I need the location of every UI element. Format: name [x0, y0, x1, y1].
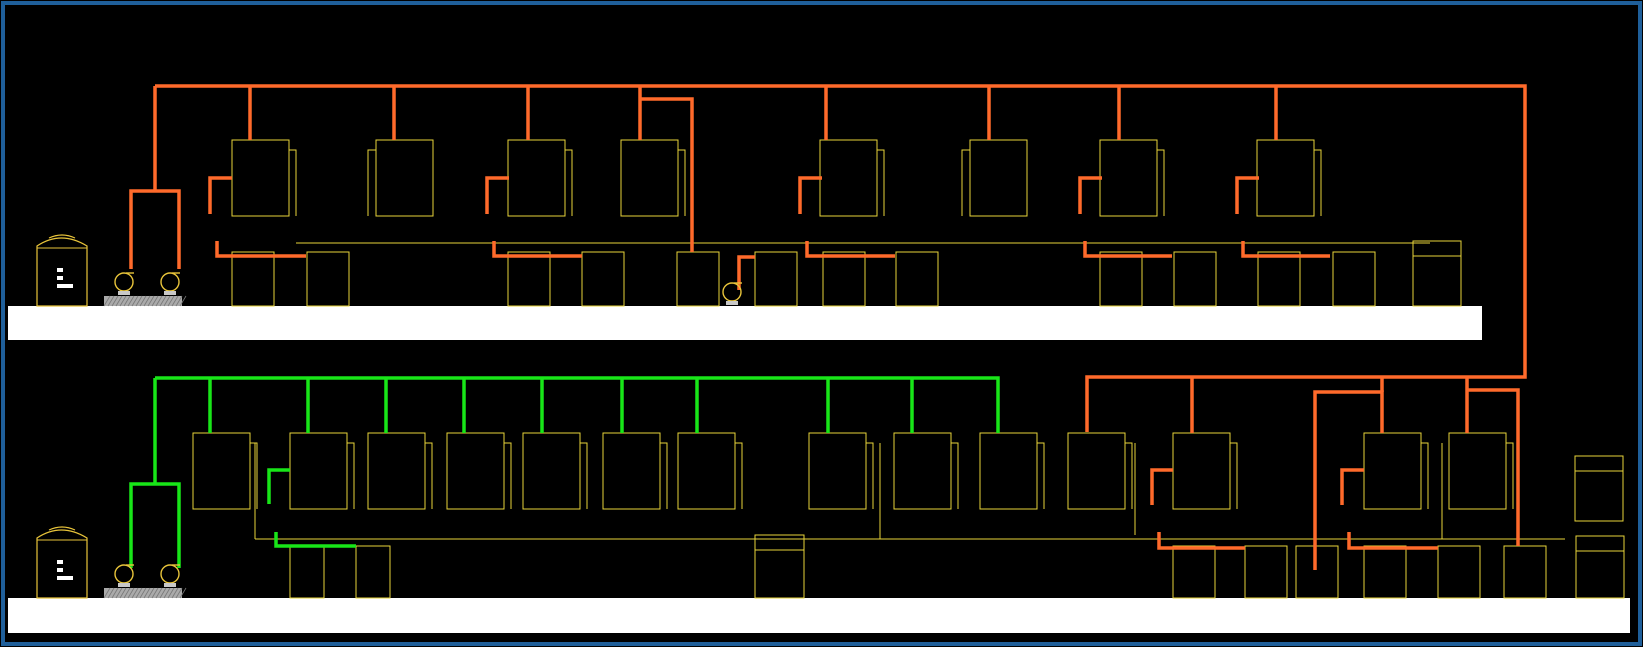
upper-floor-slab [8, 306, 1482, 340]
tank-label-mark [57, 268, 63, 272]
pump-foot [118, 291, 130, 295]
pump-foot [726, 301, 738, 305]
tank-label-mark [57, 276, 63, 280]
lower-floor-slab [8, 598, 1630, 633]
tank-label-mark [57, 284, 73, 288]
plumbing-diagram [0, 0, 1643, 647]
pump-foot [164, 583, 176, 587]
pump-foot [164, 291, 176, 295]
tank-label-mark [57, 568, 63, 572]
tank-label-mark [57, 576, 73, 580]
tank-label-mark [57, 560, 63, 564]
pump-foot [118, 583, 130, 587]
